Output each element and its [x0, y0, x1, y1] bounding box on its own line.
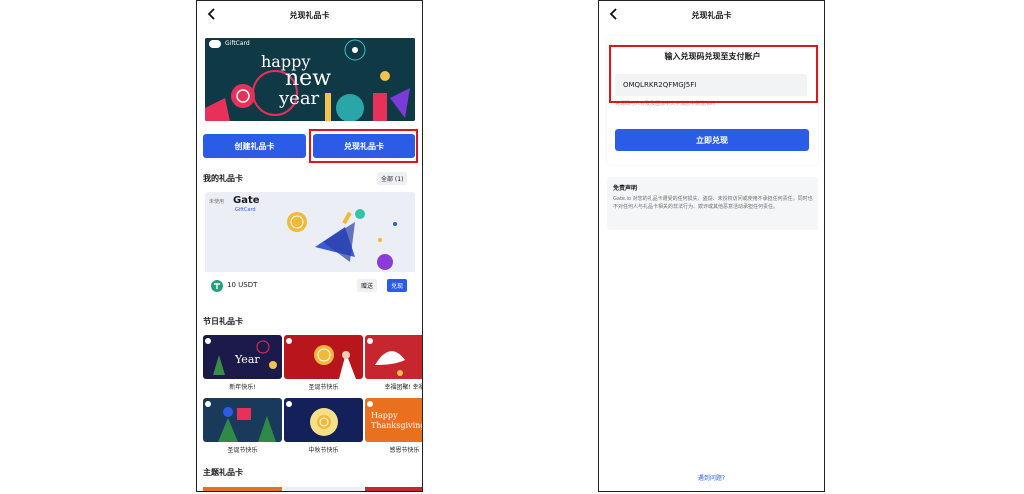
card-brand-sub: GiftCard: [235, 207, 256, 213]
new-year-banner[interactable]: GiftCard happy new year: [205, 38, 415, 121]
holiday-card-christmas[interactable]: [284, 335, 363, 379]
banner-brand: GiftCard: [225, 40, 250, 47]
theme-card-2[interactable]: [284, 487, 363, 491]
reunion-thumb-art: [367, 338, 405, 376]
svg-text:Year: Year: [234, 353, 260, 366]
card-brand-name: Gate: [233, 195, 260, 206]
nav-bar: 兑现礼品卡: [599, 1, 824, 29]
page-title: 兑现礼品卡: [691, 11, 732, 20]
holiday-card-label: 圣诞节快乐: [308, 384, 339, 391]
holiday-card-thanksgiving[interactable]: Happy Thanksgiving: [365, 398, 423, 442]
filter-all-chip[interactable]: 全部 (1): [377, 172, 408, 185]
theme-card-1[interactable]: [203, 487, 282, 491]
banner-text-year: year: [279, 88, 320, 109]
my-cards-title: 我的礼品卡: [203, 174, 243, 183]
svg-text:Thanksgiving: Thanksgiving: [371, 421, 423, 430]
theme-cards-title: 主题礼品卡: [203, 468, 243, 477]
svg-text:Happy: Happy: [371, 411, 398, 420]
card-redeem-button[interactable]: 兑现: [387, 279, 408, 292]
midautumn-thumb-art: [286, 401, 338, 436]
holiday-card-label: 中秋节快乐: [308, 447, 339, 454]
thanksgiving-thumb-art: HappyThanksgiving: [367, 401, 423, 430]
create-giftcard-button[interactable]: 创建礼品卡: [203, 134, 306, 158]
highlight-box: [609, 45, 818, 103]
card-footer: 10 USDT 赠送 兑现: [205, 272, 415, 300]
card-status: 未使用: [209, 199, 225, 205]
holiday-card-midautumn[interactable]: [284, 398, 363, 442]
phone-screen-redeem: 兑现礼品卡 输入兑现码兑现至支付账户 兑现码与人对及及图像中文字消息中易混淆的 …: [598, 0, 825, 492]
christmas-thumb-art: [286, 338, 356, 379]
holiday-card-newyear[interactable]: Year: [203, 335, 282, 379]
christmas2-thumb-art: [205, 401, 276, 442]
highlight-box: [309, 129, 418, 163]
usdt-icon: [211, 280, 223, 292]
my-giftcard[interactable]: 未使用 Gate GiftCard 10 USDT 赠送 兑现: [205, 192, 415, 300]
holiday-card-label: 圣诞节快乐: [227, 447, 258, 454]
holiday-cards-title: 节日礼品卡: [203, 317, 243, 326]
help-link[interactable]: 遇到问题?: [599, 473, 824, 482]
theme-card-3[interactable]: [365, 487, 422, 491]
holiday-card-label: 新年快乐!: [229, 384, 256, 391]
gift-button[interactable]: 赠送: [357, 279, 378, 292]
holiday-card-label: 幸福团聚! 幸福: [384, 384, 423, 391]
disclaimer-text: Gate.io 对您的礼品卡遭受的任何损失、盗窃、未授权访问或使用不承担任何责任…: [613, 196, 813, 210]
holiday-card-christmas-2[interactable]: [203, 398, 282, 442]
disclaimer-box: 免责声明 Gate.io 对您的礼品卡遭受的任何损失、盗窃、未授权访问或使用不承…: [607, 177, 818, 230]
holiday-card-label: 感恩节快乐: [389, 447, 420, 454]
card-amount: 10 USDT: [227, 281, 258, 289]
phone-screen-giftcard-home: 兑现礼品卡 GiftCard happy new year 创建礼品卡 兑现礼品…: [196, 0, 423, 492]
holiday-card-reunion[interactable]: [365, 335, 422, 379]
newyear-thumb-art: Year: [205, 338, 277, 375]
nav-bar: 兑现礼品卡: [197, 1, 422, 29]
page-title: 兑现礼品卡: [289, 11, 330, 20]
redeem-now-button[interactable]: 立即兑现: [615, 129, 809, 151]
disclaimer-title: 免责声明: [613, 185, 638, 192]
